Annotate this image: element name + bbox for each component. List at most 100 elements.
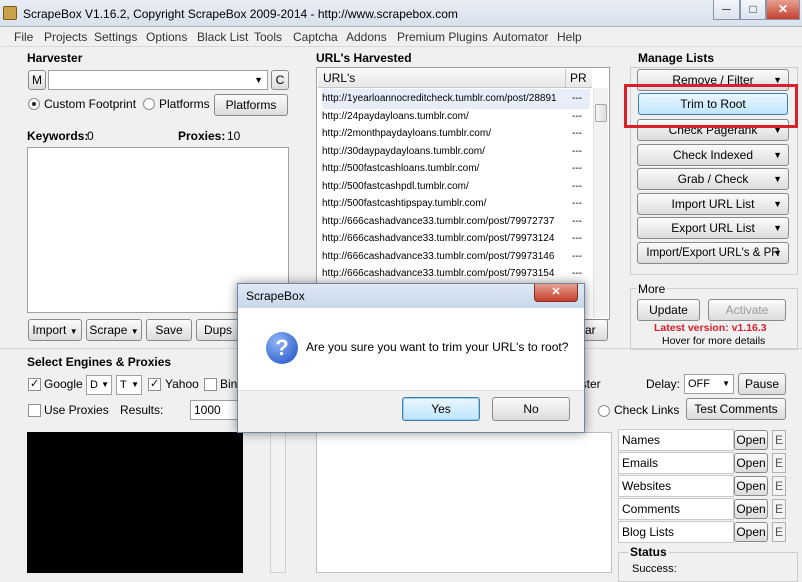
confirm-dialog: ScrapeBox ✕ ? Are you sure you want to t… [237, 283, 585, 433]
pause-button[interactable]: Pause [738, 373, 786, 395]
google-time-select[interactable]: T ▼ [116, 375, 142, 395]
pr-cell: --- [572, 268, 582, 279]
menu-settings[interactable]: Settings [94, 30, 137, 44]
emails-open-button[interactable]: Open [734, 453, 768, 473]
minimize-button[interactable]: ─ [713, 0, 740, 20]
dropdown-arrow-icon: ▼ [773, 174, 782, 184]
use-proxies-label: Use Proxies [44, 403, 109, 417]
custom-footprint-label: Custom Footprint [44, 97, 137, 111]
custom-footprint-radio[interactable] [28, 98, 40, 110]
url-cell: http://666cashadvance33.tumblr.com/post/… [322, 268, 555, 279]
menu-tools[interactable]: Tools [254, 30, 282, 44]
highlight-box [624, 84, 798, 128]
proxies-label: Proxies: [178, 129, 226, 143]
window-title: ScrapeBox V1.16.2, Copyright ScrapeBox 2… [23, 7, 458, 21]
dropdown-arrow-icon: ▼ [130, 327, 139, 336]
delay-select[interactable]: OFF ▼ [684, 374, 734, 394]
url-row[interactable]: http://666cashadvance33.tumblr.com/post/… [322, 264, 590, 283]
dialog-close-button[interactable]: ✕ [534, 284, 578, 302]
success-label: Success: [632, 563, 677, 575]
menu-file[interactable]: File [14, 30, 33, 44]
scrape-button[interactable]: Scrape ▼ [86, 319, 142, 341]
websites-file-label: Websites [618, 475, 734, 497]
m-button[interactable]: M [28, 70, 46, 90]
close-button[interactable]: ✕ [766, 0, 800, 20]
google-checkbox[interactable]: ✓ [28, 378, 41, 391]
status-title: Status [628, 545, 669, 559]
platforms-button[interactable]: Platforms [214, 94, 288, 116]
bing-checkbox[interactable] [204, 378, 217, 391]
menu-automator[interactable]: Automator [493, 30, 548, 44]
footprint-select[interactable]: ▼ [48, 70, 268, 90]
pr-column-header[interactable]: PR [566, 69, 592, 88]
menu-premium-plugins[interactable]: Premium Plugins [397, 30, 488, 44]
menu-captcha[interactable]: Captcha [293, 30, 338, 44]
names-file-label: Names [618, 429, 734, 451]
chevron-down-icon: ▼ [254, 75, 263, 85]
update-button[interactable]: Update [637, 299, 700, 321]
comments-edit-button[interactable]: E [772, 499, 786, 519]
chevron-down-icon: ▼ [131, 380, 139, 389]
names-edit-button[interactable]: E [772, 430, 786, 450]
platforms-radio[interactable] [143, 98, 155, 110]
import-button[interactable]: Import ▼ [28, 319, 82, 341]
dropdown-arrow-icon: ▼ [773, 199, 782, 209]
yahoo-checkbox[interactable]: ✓ [148, 378, 161, 391]
latest-version-text: Latest version: v1.16.3 [654, 322, 767, 334]
results-input[interactable]: 1000 [190, 400, 242, 420]
import-export-urls-pr-button[interactable]: Import/Export URL's & PR ▼ [637, 242, 789, 264]
menu-projects[interactable]: Projects [44, 30, 87, 44]
menu-addons[interactable]: Addons [346, 30, 387, 44]
check-indexed-button[interactable]: Check Indexed ▼ [637, 144, 789, 166]
save-button[interactable]: Save [146, 319, 192, 341]
more-title: More [636, 282, 668, 296]
blog-lists-edit-button[interactable]: E [772, 522, 786, 542]
app-icon [3, 6, 17, 20]
chevron-down-icon: ▼ [722, 379, 730, 388]
left-scrollbar[interactable] [270, 432, 286, 573]
url-column-header[interactable]: URL's [318, 69, 566, 88]
scroll-thumb[interactable] [595, 104, 607, 122]
dialog-title-bar: ScrapeBox ✕ [238, 284, 584, 308]
maximize-button[interactable]: □ [740, 0, 766, 20]
yes-button[interactable]: Yes [402, 397, 480, 421]
google-label: Google [44, 377, 83, 391]
websites-open-button[interactable]: Open [734, 476, 768, 496]
delay-label: Delay: [646, 377, 681, 391]
grab-check-button[interactable]: Grab / Check ▼ [637, 168, 789, 190]
websites-edit-button[interactable]: E [772, 476, 786, 496]
emails-file-label: Emails [618, 452, 734, 474]
proxies-value: 10 [227, 129, 241, 143]
check-links-radio[interactable] [598, 405, 610, 417]
platforms-radio-label: Platforms [159, 97, 210, 111]
comment-output-panel [316, 432, 612, 573]
emails-edit-button[interactable]: E [772, 453, 786, 473]
dropdown-arrow-icon: ▼ [773, 248, 782, 258]
google-domain-select[interactable]: D ▼ [86, 375, 112, 395]
menu-help[interactable]: Help [557, 30, 582, 44]
harvester-title: Harvester [27, 51, 83, 65]
test-comments-button[interactable]: Test Comments [686, 398, 786, 420]
activate-button[interactable]: Activate [708, 299, 786, 321]
import-url-list-button[interactable]: Import URL List ▼ [637, 193, 789, 215]
results-label: Results: [120, 403, 164, 417]
dups-button[interactable]: Dups [196, 319, 240, 341]
comments-open-button[interactable]: Open [734, 499, 768, 519]
hover-details-text: Hover for more details [662, 335, 766, 347]
comments-file-label: Comments [618, 498, 734, 520]
c-button[interactable]: C [271, 70, 289, 90]
use-proxies-checkbox[interactable] [28, 404, 41, 417]
menu-options[interactable]: Options [146, 30, 187, 44]
url-rows: http://1yearloannocreditcheck.tumblr.com… [318, 89, 592, 283]
names-open-button[interactable]: Open [734, 430, 768, 450]
dialog-message: Are you sure you want to trim your URL's… [306, 340, 569, 354]
question-icon: ? [266, 332, 298, 364]
no-button[interactable]: No [492, 397, 570, 421]
urls-scrollbar[interactable] [593, 88, 608, 318]
export-url-list-button[interactable]: Export URL List ▼ [637, 217, 789, 239]
proxy-console [27, 432, 243, 573]
dialog-title: ScrapeBox [246, 289, 305, 303]
yahoo-label: Yahoo [165, 377, 199, 391]
blog-lists-open-button[interactable]: Open [734, 522, 768, 542]
menu-blacklist[interactable]: Black List [197, 30, 248, 44]
